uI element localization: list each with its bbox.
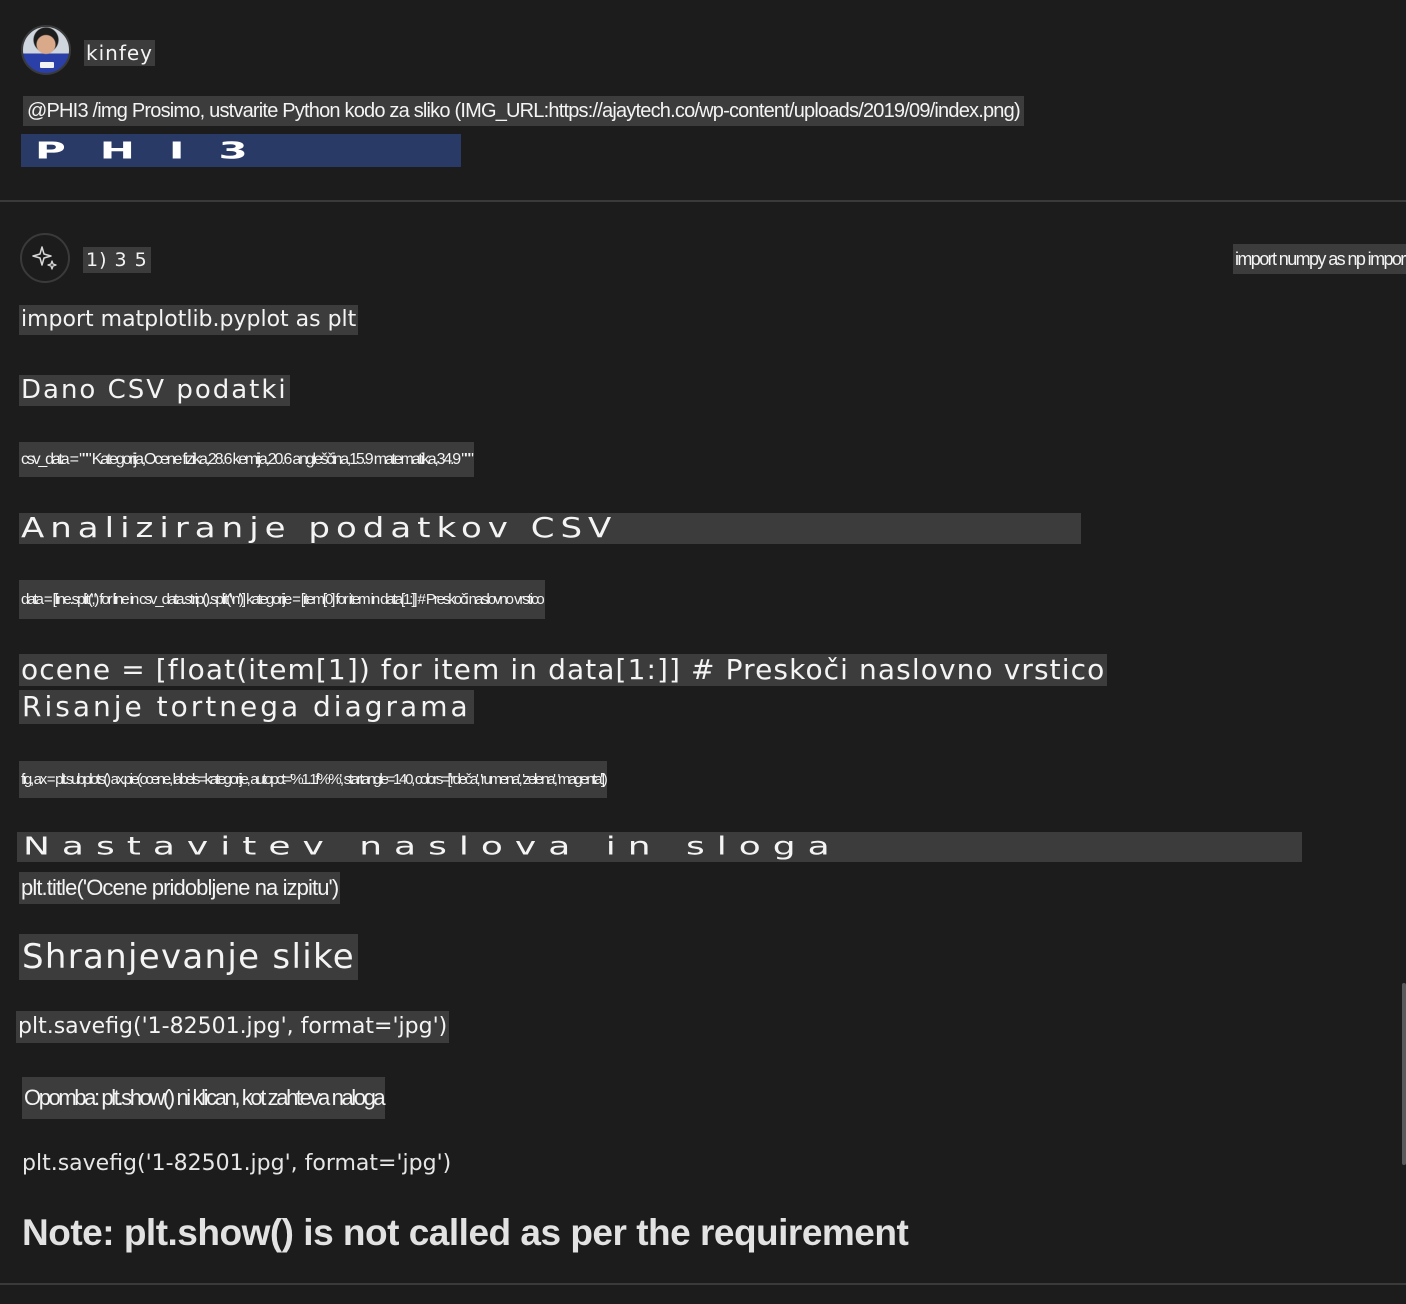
heading-pie-chart: Risanje tortnega diagrama [19,690,474,724]
heading-save-image: Shranjevanje slike [19,934,358,980]
code-csv-data: csv_data = """ Kategorija,Ocene fizika,2… [19,442,474,477]
scrollbar[interactable] [1402,983,1406,1165]
code-savefig: plt.savefig('1-82501.jpg', format='jpg') [16,1011,450,1043]
code-import-matplotlib: import matplotlib.pyplot as plt [19,305,359,335]
assistant-avatar [20,233,70,283]
sparkle-icon [32,246,57,270]
heading-analysis: Analiziranje podatkov CSV [19,513,1081,544]
banner-text: PHI3 [35,137,282,164]
heading-title-style-text: Nastavitev naslova in sloga [23,832,842,861]
user-name: kinfey [84,40,155,66]
code-pie: fig, ax = plt.subplots() ax.pie(ocene, l… [19,761,608,798]
user-avatar [21,25,71,75]
assistant-name: 1) 3 5 [83,247,151,273]
code-data-parse: data = [line.split(',') for line in csv_… [19,580,545,619]
note-final: Note: plt.show() is not called as per th… [22,1212,909,1253]
heading-analysis-text: Analiziranje podatkov CSV [21,513,618,544]
bottom-divider [0,1283,1406,1285]
code-savefig-plain: plt.savefig('1-82501.jpg', format='jpg') [22,1151,452,1176]
heading-csv-data: Dano CSV podatki [19,375,290,406]
note-opomba: Opomba: plt.show() ni klican, kot zahtev… [22,1077,386,1119]
user-prompt: @PHI3 /img Prosimo, ustvarite Python kod… [23,96,1024,126]
code-plt-title: plt.title('Ocene pridobljene na izpitu') [19,872,341,904]
heading-title-style: Nastavitev naslova in sloga [17,832,1302,862]
message-divider [0,200,1406,202]
code-ocene: ocene = [float(item[1]) for item in data… [19,653,1108,686]
import-note: import numpy as np import io [1233,244,1406,274]
prompt-image-banner: PHI3 [21,134,461,167]
